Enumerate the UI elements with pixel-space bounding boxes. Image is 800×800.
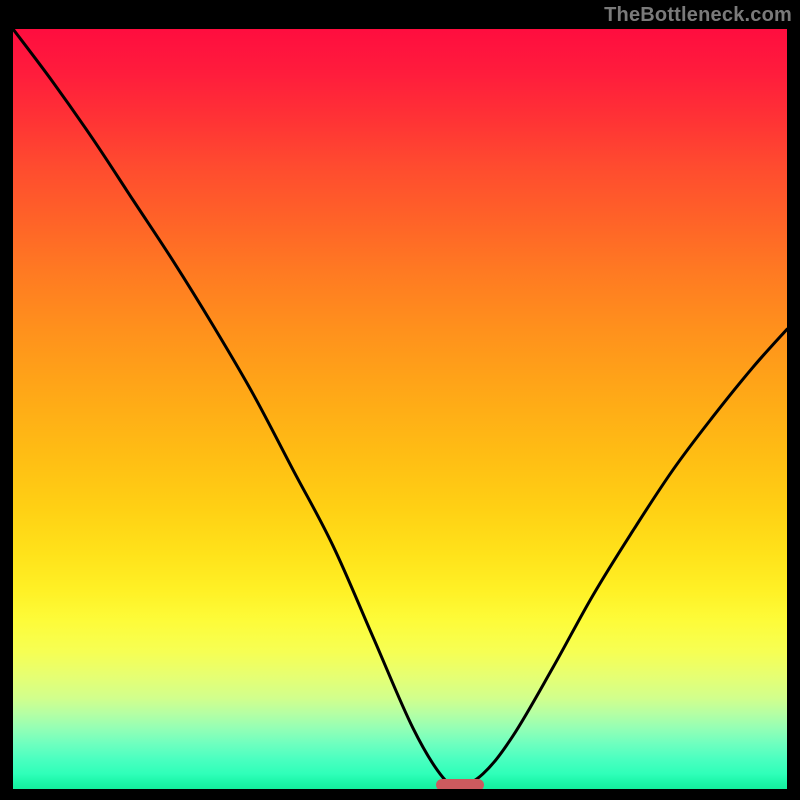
bottleneck-curve (13, 29, 787, 789)
min-marker-pill (436, 779, 484, 789)
plot-area (13, 29, 787, 789)
chart-frame: TheBottleneck.com (0, 0, 800, 800)
watermark-text: TheBottleneck.com (604, 4, 792, 27)
